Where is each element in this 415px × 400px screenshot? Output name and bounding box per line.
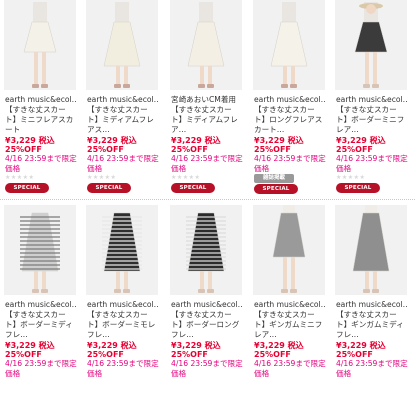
product-name[interactable]: 【すきな丈スカート】ロングフレアスカート… (254, 105, 326, 135)
product-card[interactable]: 宮崎あおいCM着用 【すきな丈スカート】ミディアムフレア… ¥3,229 税込 … (170, 0, 243, 201)
product-name[interactable]: 【すきな丈スカート】ミディアムフレア… (171, 105, 243, 135)
rating-stars: ★★★★★ (87, 174, 117, 181)
product-image[interactable] (253, 0, 325, 90)
rating-stars: ★★★★★ (5, 174, 35, 181)
product-card[interactable]: earth music&ecol… 【すきな丈スカート】ロングフレアスカート… … (253, 0, 326, 202)
model-photo-illustration (20, 212, 60, 293)
limited-price-deadline: 4/16 23:59まで限定価格 (87, 359, 159, 378)
product-row-1: earth music&ecol… 【すきな丈スカート】ミニフレアスカート ¥3… (0, 0, 415, 202)
product-card[interactable]: earth music&ecol… 【すきな丈スカート】ミニフレアスカート ¥3… (4, 0, 77, 201)
product-image[interactable] (170, 0, 242, 90)
limited-price-deadline: 4/16 23:59まで限定価格 (5, 154, 77, 173)
product-name[interactable]: 【すきな丈スカート】ギンガムミニフレア… (254, 310, 326, 340)
product-brand[interactable]: earth music&ecol… (336, 300, 408, 310)
limited-price-deadline: 4/16 23:59まで限定価格 (5, 359, 77, 378)
limited-price-deadline: 4/16 23:59まで限定価格 (336, 359, 408, 378)
product-brand[interactable]: earth music&ecol… (336, 95, 408, 105)
product-name[interactable]: 【すきな丈スカート】ミディアムフレアス… (87, 105, 159, 135)
product-image[interactable] (170, 205, 242, 295)
product-card[interactable]: earth music&ecol… 【すきな丈スカート】ギンガムミニフレア… ¥… (253, 205, 326, 400)
product-brand[interactable]: earth music&ecol… (254, 300, 326, 310)
limited-price-deadline: 4/16 23:59まで限定価格 (87, 154, 159, 173)
limited-price-deadline: 4/16 23:59まで限定価格 (171, 359, 243, 378)
product-brand[interactable]: 宮崎あおいCM着用 (171, 95, 243, 105)
model-photo-illustration (103, 2, 141, 88)
product-image[interactable] (86, 0, 158, 90)
special-price-badge: SPECIAL PRICE (254, 184, 298, 202)
model-photo-illustration (23, 2, 57, 88)
product-image[interactable] (335, 205, 407, 295)
product-brand[interactable]: earth music&ecol… (87, 300, 159, 310)
rating-stars: ★★★★★ (171, 174, 201, 181)
product-brand[interactable]: earth music&ecol… (5, 300, 77, 310)
model-photo-illustration (270, 2, 308, 88)
special-price-badge: SPECIAL PRICE (87, 183, 131, 201)
rating-stars: ★★★★★ (336, 174, 366, 181)
product-brand[interactable]: earth music&ecol… (171, 300, 243, 310)
product-image[interactable] (335, 0, 407, 90)
product-name[interactable]: 【すきな丈スカート】ボーダーロングフレ… (171, 310, 243, 340)
model-photo-illustration (187, 2, 225, 88)
model-photo-illustration (352, 205, 390, 293)
special-price-badge: SPECIAL PRICE (5, 183, 49, 201)
product-brand[interactable]: earth music&ecol… (87, 95, 159, 105)
magazine-badge: 雑誌掲載 (254, 174, 294, 183)
product-name[interactable]: 【すきな丈スカート】ギンガムミディフレ… (336, 310, 408, 340)
model-photo-illustration (272, 205, 306, 293)
product-card[interactable]: earth music&ecol… 【すきな丈スカート】ボーダーミディフレ… ¥… (4, 205, 77, 400)
product-name[interactable]: 【すきな丈スカート】ボーダーミディフレ… (5, 310, 77, 340)
product-card[interactable]: earth music&ecol… 【すきな丈スカート】ギンガムミディフレ… ¥… (335, 205, 408, 400)
product-card[interactable]: earth music&ecol… 【すきな丈スカート】ボーダーロングフレ… ¥… (170, 205, 243, 400)
product-image[interactable] (4, 0, 76, 90)
limited-price-deadline: 4/16 23:59まで限定価格 (171, 154, 243, 173)
product-brand[interactable]: earth music&ecol… (254, 95, 326, 105)
row-divider (0, 199, 415, 200)
product-image[interactable] (4, 205, 76, 295)
product-name[interactable]: 【すきな丈スカート】ミニフレアスカート (5, 105, 77, 135)
product-name[interactable]: 【すきな丈スカート】ボーダーミニフレア… (336, 105, 408, 135)
product-image[interactable] (253, 205, 325, 295)
limited-price-deadline: 4/16 23:59まで限定価格 (336, 154, 408, 173)
product-card[interactable]: earth music&ecol… 【すきな丈スカート】ボーダーミモレフレ… ¥… (86, 205, 159, 400)
product-card[interactable]: earth music&ecol… 【すきな丈スカート】ミディアムフレアス… ¥… (86, 0, 159, 201)
special-price-badge: SPECIAL PRICE (171, 183, 215, 201)
limited-price-deadline: 4/16 23:59まで限定価格 (254, 359, 326, 378)
product-card[interactable]: earth music&ecol… 【すきな丈スカート】ボーダーミニフレア… ¥… (335, 0, 408, 201)
special-price-badge: SPECIAL PRICE (336, 183, 380, 201)
model-photo-illustration (354, 2, 388, 88)
model-photo-illustration (186, 212, 226, 293)
limited-price-deadline: 4/16 23:59まで限定価格 (254, 154, 326, 173)
product-row-2: earth music&ecol… 【すきな丈スカート】ボーダーミディフレ… ¥… (0, 205, 415, 400)
product-brand[interactable]: earth music&ecol… (5, 95, 77, 105)
model-photo-illustration (102, 212, 142, 293)
product-image[interactable] (86, 205, 158, 295)
product-name[interactable]: 【すきな丈スカート】ボーダーミモレフレ… (87, 310, 159, 340)
